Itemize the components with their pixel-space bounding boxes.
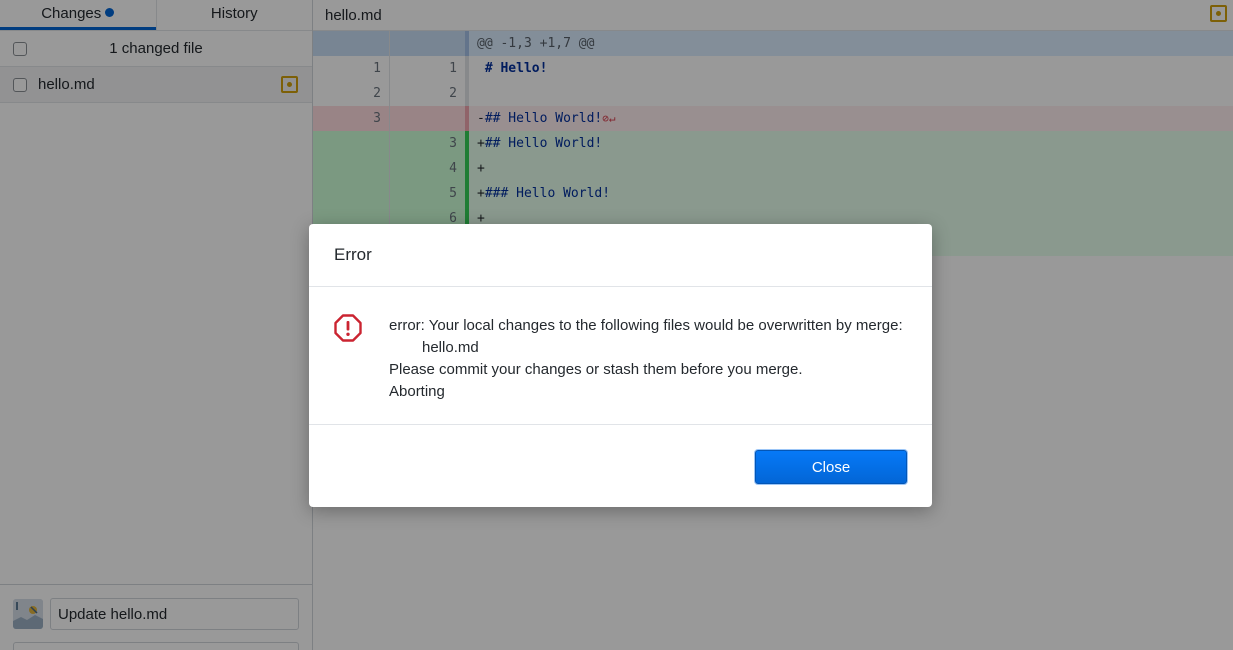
error-message-line: error: Your local changes to the followi… <box>389 317 903 334</box>
error-message-line: Please commit your changes or stash them… <box>389 361 803 378</box>
dialog-footer: Close <box>309 425 932 506</box>
error-icon <box>334 314 362 342</box>
error-message-line: Aborting <box>389 383 445 400</box>
close-button[interactable]: Close <box>755 450 907 484</box>
dialog-title: Error <box>309 224 932 287</box>
error-dialog: Error error: Your local changes to the f… <box>309 224 932 507</box>
error-message-file: hello.md <box>422 339 479 356</box>
error-message: error: Your local changes to the followi… <box>389 315 903 403</box>
dialog-body: error: Your local changes to the followi… <box>309 287 932 425</box>
